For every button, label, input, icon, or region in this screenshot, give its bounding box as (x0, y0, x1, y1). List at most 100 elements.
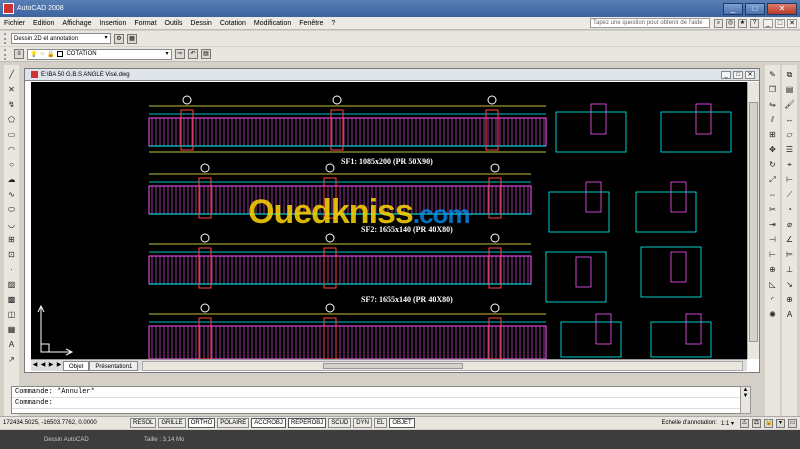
trim-icon[interactable]: ✂ (767, 204, 778, 215)
tab-last-arrow[interactable]: ▶ (55, 361, 63, 370)
doc-close-button[interactable]: ✕ (787, 18, 797, 28)
doc-minimize-button[interactable]: _ (763, 18, 773, 28)
dim-radius-icon[interactable]: ◔ (784, 204, 795, 215)
dim-linear-icon[interactable]: ⊢ (784, 174, 795, 185)
doc-restore-button[interactable]: □ (775, 18, 785, 28)
tab-next-arrow[interactable]: ▶ (47, 361, 55, 370)
revcloud-icon[interactable]: ☁ (6, 174, 17, 185)
drawing-maximize-button[interactable]: □ (733, 70, 743, 79)
area-icon[interactable]: ▱ (784, 129, 795, 140)
layer-states-icon[interactable]: ▤ (201, 49, 211, 59)
menu-format[interactable]: Format (130, 20, 160, 27)
ducs-toggle[interactable]: SCUD (328, 418, 352, 428)
properties-icon[interactable]: ▤ (784, 84, 795, 95)
ortho-toggle[interactable]: ORTHO (187, 418, 216, 428)
minimize-button[interactable]: _ (723, 2, 743, 15)
break-icon[interactable]: ⊢ (767, 249, 778, 260)
command-scrollbar[interactable]: ▲ ▼ (740, 386, 751, 414)
tab-objet[interactable]: Objet (63, 360, 90, 371)
arc-icon[interactable]: ◠ (6, 144, 17, 155)
comm-center-icon[interactable]: ◎ (726, 18, 735, 28)
list-icon[interactable]: ☰ (784, 144, 795, 155)
menu-outils[interactable]: Outils (161, 20, 187, 27)
tab-presentation1[interactable]: Présentation1 (89, 360, 139, 371)
table-icon[interactable]: ▦ (6, 324, 17, 335)
otrack-toggle[interactable]: REPEROBJ (287, 418, 327, 428)
vertical-scroll-thumb[interactable] (749, 102, 758, 342)
extend-icon[interactable]: ⇥ (767, 219, 778, 230)
polygon-icon[interactable]: ⬠ (6, 114, 17, 125)
hatch-icon[interactable]: ▨ (6, 279, 17, 290)
clean-screen-icon[interactable]: ▭ (788, 418, 797, 428)
auto-scale-icon[interactable]: ⚖ (752, 418, 761, 428)
dim-aligned-icon[interactable]: ⟋ (784, 189, 795, 200)
line-icon[interactable]: ╱ (6, 69, 17, 80)
copy-icon[interactable]: ❐ (767, 84, 778, 95)
lock-icon[interactable]: 🔒 (764, 418, 773, 428)
search-icon[interactable]: ⌕ (714, 18, 723, 28)
mtext-icon[interactable]: A (6, 339, 17, 350)
ellipse-icon[interactable]: ⬭ (6, 204, 17, 215)
help-search-input[interactable]: Tapez une question pour obtenir de l'aid… (590, 18, 710, 28)
snap-toggle[interactable]: RESOL (130, 418, 157, 428)
menu-fenetre[interactable]: Fenêtre (295, 20, 327, 27)
rotate-icon[interactable]: ↻ (767, 159, 778, 170)
break-at-point-icon[interactable]: ⊣ (767, 234, 778, 245)
toolbar-grip[interactable] (4, 48, 7, 60)
fillet-icon[interactable]: ◜ (767, 294, 778, 305)
workspace-save-icon[interactable]: ▦ (127, 33, 137, 44)
stretch-icon[interactable]: ⇔ (767, 189, 778, 200)
menu-help[interactable]: ? (327, 20, 339, 27)
tab-first-arrow[interactable]: ◀ (31, 361, 39, 370)
tray-settings-icon[interactable]: ▾ (776, 418, 785, 428)
join-icon[interactable]: ⊕ (767, 264, 778, 275)
menu-cotation[interactable]: Cotation (216, 20, 250, 27)
insert-block-icon[interactable]: ⊞ (6, 234, 17, 245)
move-icon[interactable]: ✥ (767, 144, 778, 155)
make-current-layer-icon[interactable]: ⇨ (175, 49, 185, 59)
menu-edition[interactable]: Edition (29, 20, 58, 27)
annotation-scale-select[interactable]: 1:1 ▾ (721, 420, 734, 427)
distance-icon[interactable]: ↔ (784, 114, 795, 125)
text-style-icon[interactable]: A (784, 309, 795, 320)
command-prompt[interactable]: Commande: (12, 398, 750, 409)
star-icon[interactable]: ★ (738, 18, 747, 28)
gradient-icon[interactable]: ▩ (6, 294, 17, 305)
explode-icon[interactable]: ✺ (767, 309, 778, 320)
ellipse-arc-icon[interactable]: ◡ (6, 219, 17, 230)
drawing-close-button[interactable]: ✕ (745, 70, 755, 79)
menu-insertion[interactable]: Insertion (95, 20, 130, 27)
layer-select[interactable]: 💡 ☼ 🔓 COTATION ▾ (27, 48, 172, 60)
grid-toggle[interactable]: GRILLE (158, 418, 186, 428)
quick-dim-icon[interactable]: ⊨ (784, 249, 795, 260)
polyline-icon[interactable]: ↯ (6, 99, 17, 110)
array-icon[interactable]: ⊞ (767, 129, 778, 140)
circle-icon[interactable]: ○ (6, 159, 17, 170)
layer-previous-icon[interactable]: ↶ (188, 49, 198, 59)
close-button[interactable]: ✕ (767, 2, 797, 15)
erase-icon[interactable]: ✎ (767, 69, 778, 80)
chamfer-icon[interactable]: ◺ (767, 279, 778, 290)
rectangle-icon[interactable]: ▭ (6, 129, 17, 140)
polar-toggle[interactable]: POLAIRE (217, 418, 250, 428)
mirror-icon[interactable]: ⇋ (767, 99, 778, 110)
spline-icon[interactable]: ∿ (6, 189, 17, 200)
tab-prev-arrow[interactable]: ◀ (39, 361, 47, 370)
tolerance-icon[interactable]: ⊕ (784, 294, 795, 305)
point-icon[interactable]: · (6, 264, 17, 275)
menu-affichage[interactable]: Affichage (58, 20, 95, 27)
dyn-toggle[interactable]: DYN (353, 418, 372, 428)
offset-icon[interactable]: ⫽ (767, 114, 778, 125)
construction-line-icon[interactable]: ✕ (6, 84, 17, 95)
scale-icon[interactable]: ⤢ (767, 174, 778, 185)
region-icon[interactable]: ◫ (6, 309, 17, 320)
make-block-icon[interactable]: ⊡ (6, 249, 17, 260)
baseline-icon[interactable]: ⊥ (784, 264, 795, 275)
match-properties-icon[interactable]: 🖌 (784, 99, 795, 110)
menu-dessin[interactable]: Dessin (186, 20, 215, 27)
menu-fichier[interactable]: Fichier (0, 20, 29, 27)
leader-icon[interactable]: ↘ (784, 279, 795, 290)
help-icon[interactable]: ? (750, 18, 759, 28)
workspace-settings-icon[interactable]: ⚙ (114, 33, 124, 44)
menu-modification[interactable]: Modification (250, 20, 295, 27)
